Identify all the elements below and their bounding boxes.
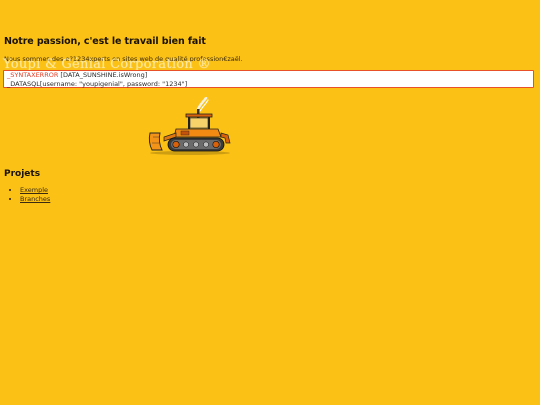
list-item: Exemple — [20, 186, 50, 195]
error-box: _SYNTAXERROR [DATA_SUNSHINE.isWrong] _DA… — [3, 70, 534, 88]
error-detail: [DATA_SUNSHINE.isWrong] — [58, 71, 148, 79]
projects-heading: Projets — [4, 169, 41, 179]
error-code: _SYNTAXERROR — [7, 71, 59, 79]
project-link-exemple[interactable]: Exemple — [20, 186, 48, 194]
page: Notre passion, c'est le travail bien fai… — [0, 0, 540, 405]
projects-list: Exemple Branches — [4, 186, 50, 204]
error-line-2: _DATASQL[username: "youpigenial", passwo… — [7, 79, 188, 88]
list-item: Branches — [20, 195, 50, 204]
project-link-branches[interactable]: Branches — [20, 195, 50, 203]
error-line-1: _SYNTAXERROR [DATA_SUNSHINE.isWrong] — [7, 71, 530, 80]
bulldozer-icon — [148, 97, 231, 155]
page-heading: Notre passion, c'est le travail bien fai… — [4, 36, 206, 47]
